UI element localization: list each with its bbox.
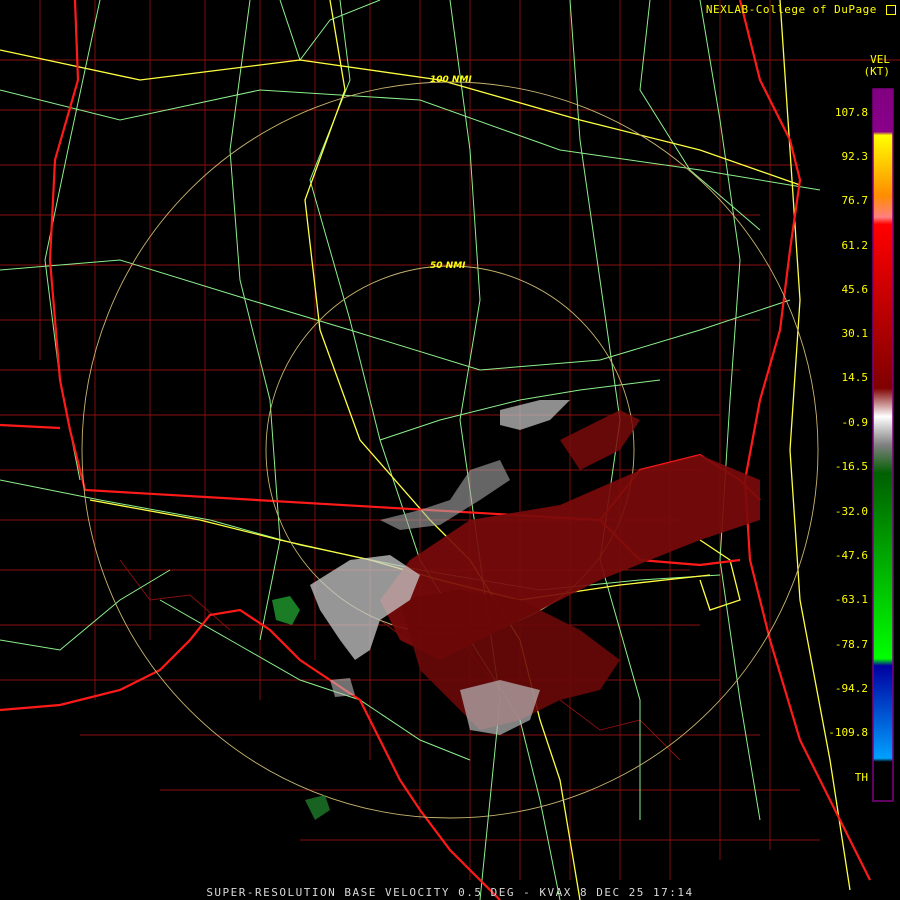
range-ring-100 bbox=[81, 81, 819, 819]
tick-label: 107.8 bbox=[834, 106, 868, 119]
tick-label: TH bbox=[854, 771, 868, 784]
tick-label: -32.0 bbox=[834, 505, 868, 518]
tick-label: -94.2 bbox=[834, 682, 868, 695]
tick-label: -47.6 bbox=[834, 549, 868, 562]
tick-label: 92.3 bbox=[841, 150, 869, 163]
tick-label: 45.6 bbox=[841, 283, 869, 296]
scale-title: VEL (KT) bbox=[864, 54, 891, 78]
inbound-echo-ne bbox=[560, 410, 640, 470]
range-rings bbox=[81, 81, 819, 819]
tick-label: -109.8 bbox=[828, 726, 868, 739]
scale-unit: (KT) bbox=[863, 65, 891, 78]
county-boundaries bbox=[0, 0, 900, 880]
near-zero-echo-south bbox=[460, 680, 540, 735]
tick-label: 61.2 bbox=[841, 239, 869, 252]
range-label-100: 100 NMI bbox=[430, 75, 472, 85]
highways bbox=[0, 0, 821, 900]
radar-map: 100 NMI 50 NMI bbox=[0, 0, 900, 900]
velocity-color-bar bbox=[872, 88, 894, 802]
tick-label: -63.1 bbox=[834, 593, 868, 606]
tick-label: 76.7 bbox=[841, 194, 869, 207]
state-boundaries bbox=[0, 0, 871, 900]
credit-text: NEXLAB-College of DuPage bbox=[705, 3, 877, 16]
tick-label: -78.7 bbox=[834, 638, 868, 651]
credit-label: NEXLAB-College of DuPage bbox=[706, 3, 896, 16]
outbound-echo-west bbox=[272, 596, 300, 625]
logo-icon bbox=[886, 5, 896, 15]
tick-label: 14.5 bbox=[841, 371, 869, 384]
outbound-echo-south bbox=[305, 795, 330, 820]
range-label-50: 50 NMI bbox=[430, 261, 466, 271]
tick-label: -0.9 bbox=[841, 416, 869, 429]
tick-label: -16.5 bbox=[834, 460, 868, 473]
velocity-echoes bbox=[272, 400, 760, 820]
tick-label: 30.1 bbox=[841, 327, 869, 340]
near-zero-echo-coast bbox=[330, 678, 355, 697]
product-line: SUPER-RESOLUTION BASE VELOCITY 0.5 DEG -… bbox=[206, 886, 694, 899]
